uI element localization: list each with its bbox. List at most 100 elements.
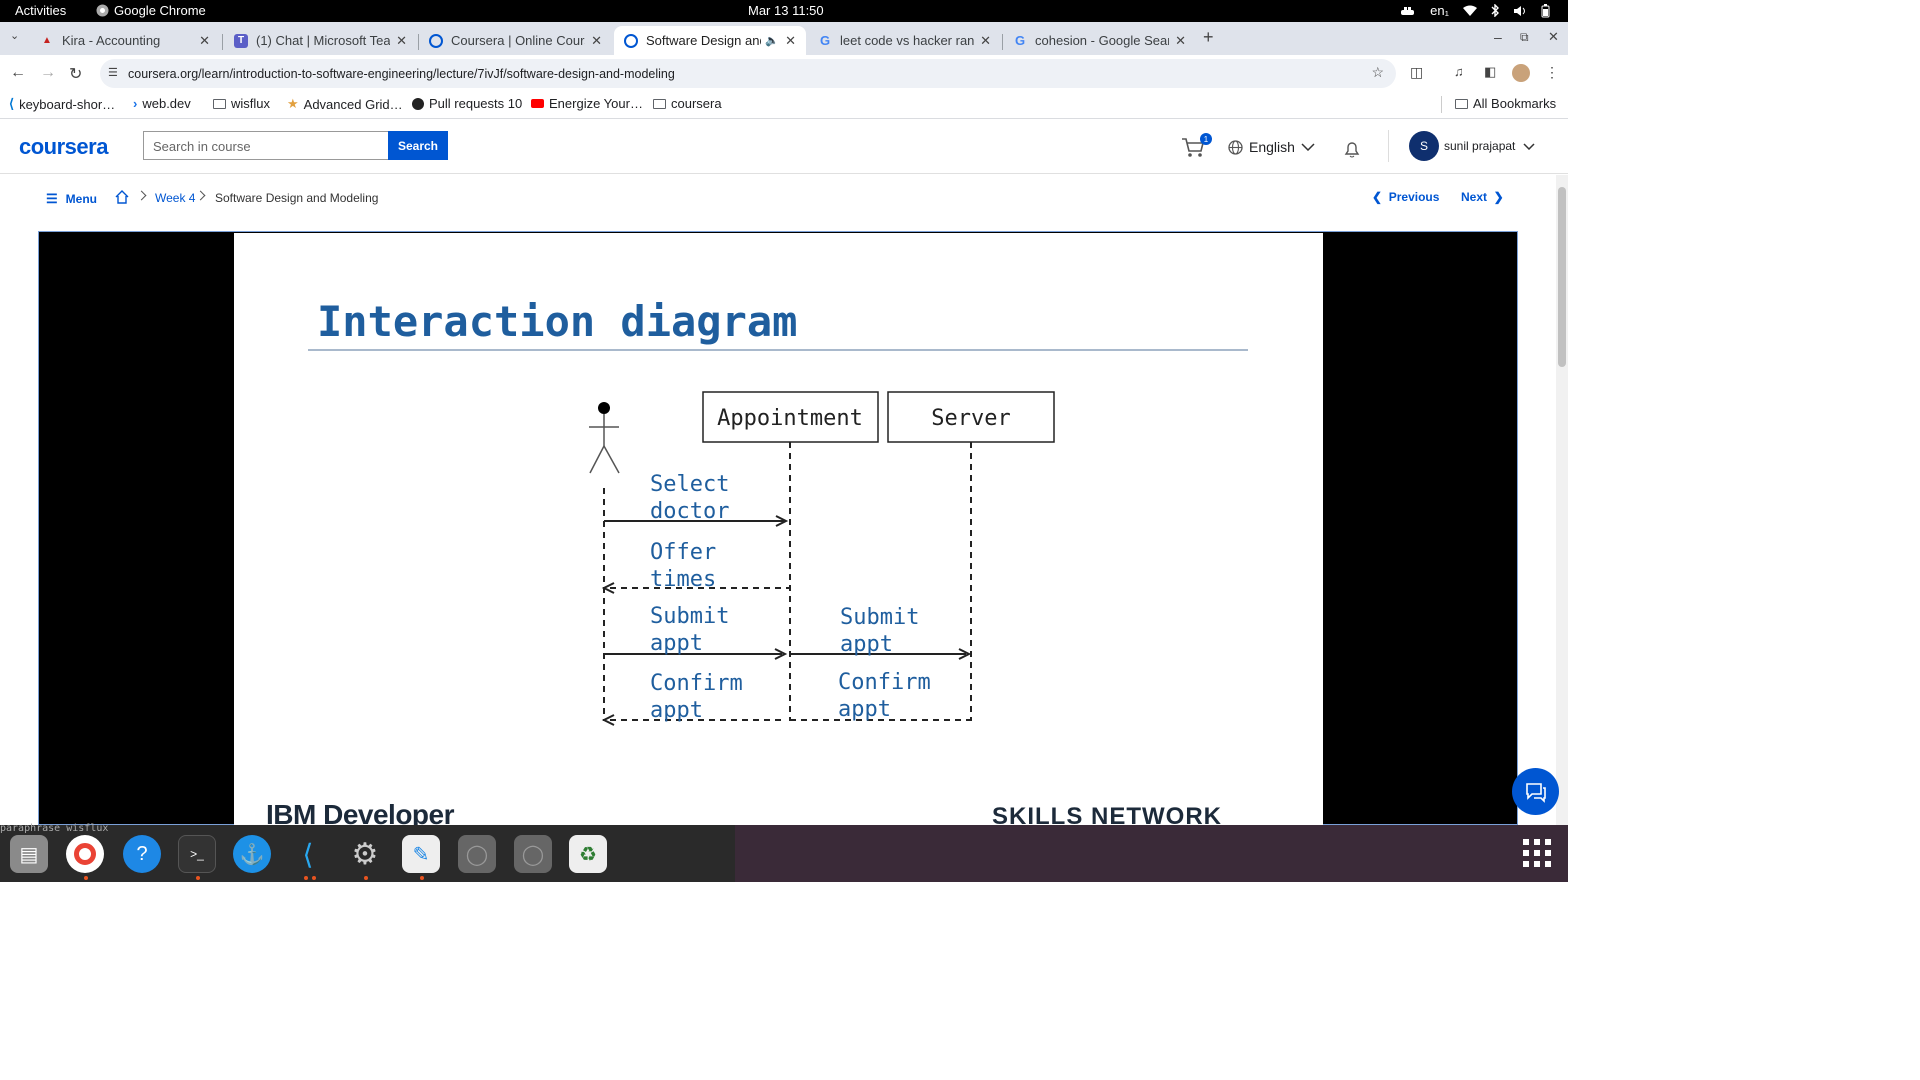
forward-button[interactable]: → [40,64,56,82]
tab-software-design[interactable]: Software Design and 🔈 ✕ [614,26,806,55]
previous-button[interactable]: ❮ Previous [1372,190,1439,204]
course-search-input[interactable]: Search in course [143,131,388,160]
settings-gear-icon[interactable]: ⚙ [346,835,384,873]
text-editor-icon[interactable]: ✎ [402,835,440,873]
disk-image-icon[interactable]: ◯ [458,835,496,873]
chrome-icon[interactable] [66,835,104,873]
disk-image-icon[interactable]: ◯ [514,835,552,873]
tab-kira[interactable]: ▲ Kira - Accounting ✕ [30,26,220,55]
input-language[interactable]: en₁ [1430,3,1449,18]
user-menu[interactable]: sunil prajapat [1444,139,1535,153]
bookmarks-bar: ⟨ keyboard-shor… › web.dev wisflux ★ Advanc… [0,91,1568,119]
extensions-icon[interactable]: ◫ [1410,64,1423,81]
help-icon[interactable]: ? [123,835,161,873]
reload-button[interactable]: ↻ [69,64,82,84]
bookmark-coursera[interactable]: coursera [653,96,722,111]
bookmark-label: coursera [671,96,722,111]
media-control-icon[interactable]: ♫ [1454,64,1464,79]
close-tab-icon[interactable]: ✕ [980,33,991,49]
chevron-right-icon [136,190,147,201]
close-tab-icon[interactable]: ✕ [785,33,796,49]
app-name: Google Chrome [114,3,206,18]
tab-leetcode-search[interactable]: G leet code vs hacker rank ✕ [808,26,1001,55]
tab-coursera-home[interactable]: Coursera | Online Course ✕ [419,26,612,55]
tab-divider [222,34,223,50]
message-label: appt [838,697,891,722]
scrollbar-thumb[interactable] [1558,187,1566,367]
tab-title: Kira - Accounting [62,33,161,48]
breadcrumb-week[interactable]: Week 4 [155,191,195,205]
skills-network-logo: SKILLS NETWORK [992,803,1222,825]
running-indicator [304,876,308,880]
profile-avatar[interactable] [1512,64,1530,82]
bookmark-energize[interactable]: Energize Your… [531,96,643,111]
vscode-icon: ⟨ [9,96,15,111]
close-tab-icon[interactable]: ✕ [396,33,407,49]
docker-icon[interactable]: ⚓ [233,835,271,873]
chat-support-button[interactable] [1512,768,1559,815]
close-tab-icon[interactable]: ✕ [199,33,210,49]
browser-toolbar: ← → ↻ ☰ coursera.org/learn/introduction-… [0,55,1568,91]
breadcrumb: ☰ Menu Week 4 Software Design and Modeli… [0,175,1556,221]
address-bar[interactable]: ☰ coursera.org/learn/introduction-to-sof… [100,59,1396,88]
activities-button[interactable]: Activities [15,3,66,18]
menu-button[interactable]: ☰ Menu [46,191,97,207]
bookmark-star-icon[interactable]: ☆ [1371,64,1384,81]
back-button[interactable]: ← [10,64,26,82]
bookmark-pull-requests[interactable]: Pull requests 10 [412,96,522,111]
page-scrollbar[interactable] [1556,175,1568,825]
minimize-button[interactable]: – [1494,29,1502,45]
chevron-right-icon: ❯ [1487,190,1504,204]
grid-icon: ★ [287,96,299,111]
breadcrumb-current: Software Design and Modeling [215,191,379,205]
tab-title: Coursera | Online Course [451,33,586,48]
tab-cohesion-search[interactable]: G cohesion - Google Search ✕ [1003,26,1196,55]
bookmark-label: keyboard-shor… [19,96,116,112]
site-info-icon[interactable]: ☰ [108,66,118,79]
app-menu[interactable]: Google Chrome [96,3,206,18]
bookmark-keyboard-shortcuts[interactable]: ⟨ keyboard-shor… [9,96,115,112]
terminal-background-text: paraphrase wisflux [0,823,109,834]
close-window-button[interactable]: ✕ [1548,29,1559,45]
side-panel-icon[interactable]: ◧ [1484,64,1496,80]
video-player[interactable]: Interaction diagram Appointment Server S… [38,231,1518,825]
running-indicator [364,876,368,880]
maximize-button[interactable]: ⧉ [1520,30,1529,45]
lecture-slide: Interaction diagram Appointment Server S… [234,233,1323,825]
bookmark-label: All Bookmarks [1473,96,1557,111]
home-icon[interactable] [115,190,129,204]
clock[interactable]: Mar 13 11:50 [748,3,824,18]
vscode-icon[interactable]: ⟨ [289,835,327,873]
bookmark-label: web.dev [142,96,191,111]
files-icon[interactable]: ▤ [10,835,48,873]
chevron-left-icon: ❮ [1372,190,1389,204]
tab-search-icon[interactable]: ⌄ [10,29,19,42]
notification-bell-icon[interactable] [1342,139,1362,159]
avatar[interactable]: S [1409,131,1439,161]
all-bookmarks[interactable]: All Bookmarks [1455,96,1556,111]
trash-icon[interactable]: ♻ [569,835,607,873]
chrome-menu-icon[interactable]: ⋮ [1545,64,1559,81]
new-tab-button[interactable]: + [1203,27,1214,48]
coursera-logo[interactable]: coursera [19,134,108,160]
kira-icon: ▲ [42,35,52,46]
show-apps-icon[interactable] [1523,839,1551,867]
tab-teams[interactable]: T (1) Chat | Microsoft Tean ✕ [224,26,417,55]
bookmark-web-dev[interactable]: › web.dev [133,96,191,111]
message-label: times [650,567,716,592]
terminal-icon[interactable]: >_ [178,835,216,873]
system-tray[interactable]: en₁ [1400,3,1550,18]
next-button[interactable]: Next ❯ [1461,190,1504,204]
audio-playing-icon[interactable]: 🔈 [765,34,779,47]
close-tab-icon[interactable]: ✕ [1175,33,1186,49]
language-selector[interactable]: English [1228,139,1315,155]
search-button[interactable]: Search [388,131,448,160]
bookmark-advanced-grid[interactable]: ★ Advanced Grid… [287,96,403,112]
bookmark-label: Pull requests 10 [429,96,523,111]
bookmark-wisflux[interactable]: wisflux [213,96,270,111]
message-label: appt [650,698,703,723]
close-tab-icon[interactable]: ✕ [591,33,602,49]
ibm-developer-logo: IBM Developer [266,799,455,825]
message-label: appt [840,632,893,657]
docker-tray-icon [1401,6,1415,15]
